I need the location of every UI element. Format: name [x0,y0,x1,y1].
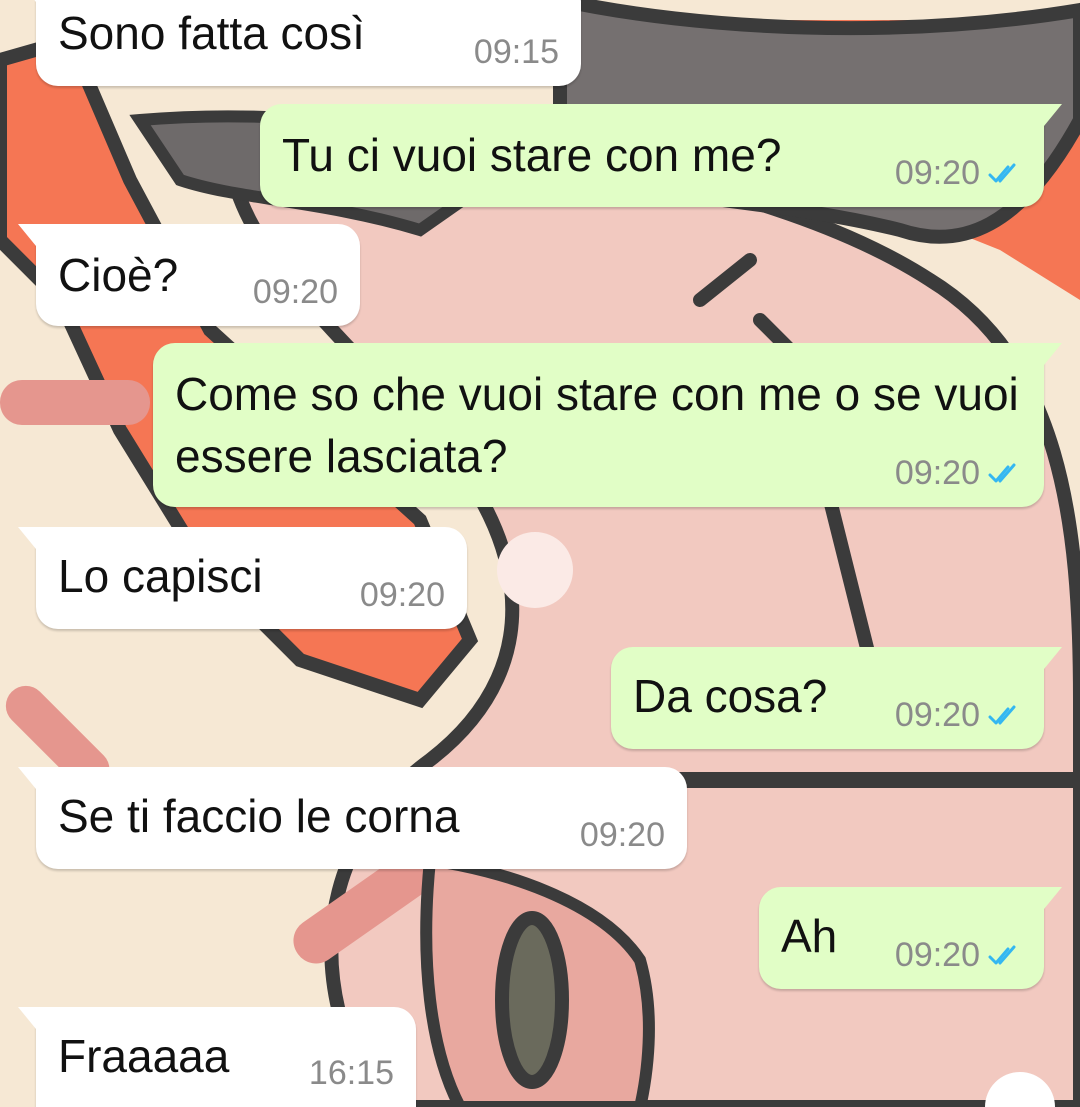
message-meta: 09:15 [474,33,559,72]
message-meta: 09:20 [580,816,665,855]
double-check-icon [988,705,1016,724]
message-time: 09:20 [252,273,338,311]
message-time: 09:20 [359,576,445,614]
message-meta: 09:20 [253,273,338,312]
message-list: Sono fatta così 09:15 Tu ci vuoi stare c… [0,0,1080,1107]
message-outgoing[interactable]: Ah 09:20 [759,887,1062,989]
message-meta: 09:20 [895,936,1022,975]
message-incoming[interactable]: Fraaaaa 16:15 [18,1007,416,1107]
message-text: Sono fatta così [58,7,365,59]
message-incoming[interactable]: Se ti faccio le corna 09:20 [18,767,687,869]
message-time: 09:20 [894,154,980,192]
message-meta: 09:20 [895,154,1022,193]
message-text: Se ti faccio le corna [58,790,460,842]
message-text: Tu ci vuoi stare con me? [282,129,782,181]
double-check-icon [988,163,1016,182]
message-incoming[interactable]: Cioè? 09:20 [18,224,360,326]
message-time: 09:15 [473,33,559,71]
message-meta: 09:20 [895,696,1022,735]
message-meta: 09:20 [895,454,1022,493]
message-text: Lo capisci [58,550,263,602]
message-time: 16:15 [308,1054,394,1092]
message-meta: 16:15 [309,1054,394,1093]
double-check-icon [988,463,1016,482]
message-outgoing[interactable]: Da cosa? 09:20 [611,647,1062,749]
message-incoming[interactable]: Sono fatta così 09:15 [18,0,581,86]
message-time: 09:20 [894,696,980,734]
message-outgoing[interactable]: Tu ci vuoi stare con me? 09:20 [260,104,1062,207]
message-text: Da cosa? [633,670,828,722]
message-time: 09:20 [579,816,665,854]
message-meta: 09:20 [360,576,445,615]
message-outgoing[interactable]: Come so che vuoi stare con me o se vuoi … [153,343,1062,507]
message-text: Fraaaaa [58,1030,230,1082]
message-text: Ah [781,910,838,962]
message-time: 09:20 [894,936,980,974]
message-incoming[interactable]: Lo capisci 09:20 [18,527,467,629]
message-text: Cioè? [58,249,179,301]
message-time: 09:20 [894,454,980,492]
double-check-icon [988,945,1016,964]
